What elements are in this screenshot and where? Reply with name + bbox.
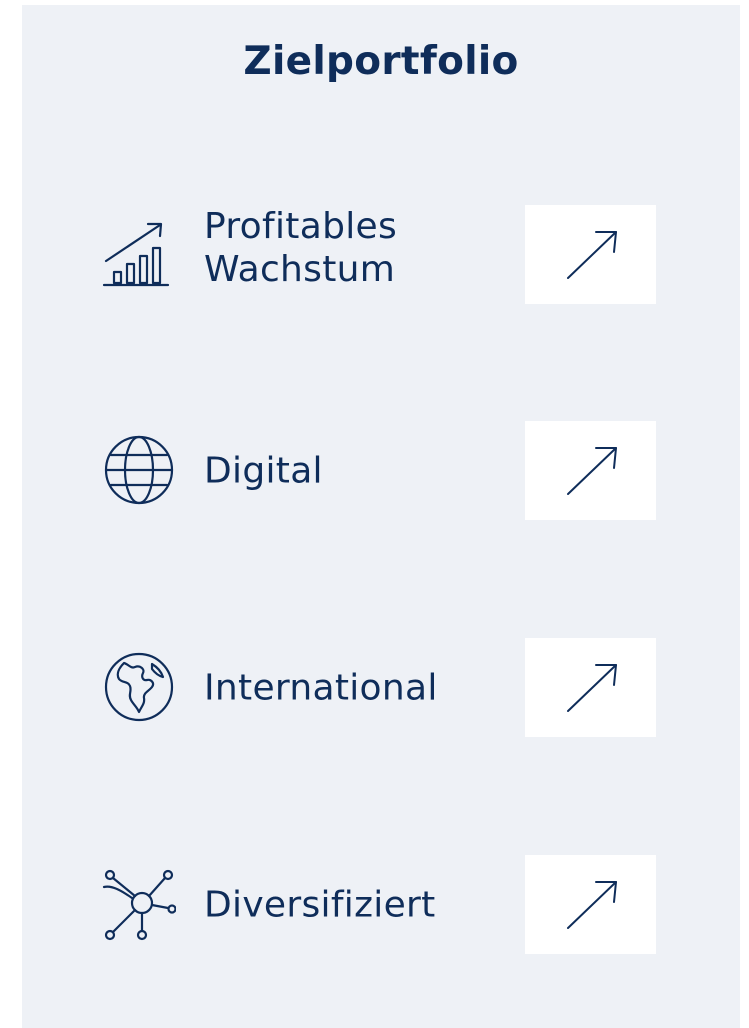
row-label-line1: Profitables bbox=[204, 206, 398, 247]
arrow-up-right-icon bbox=[566, 230, 617, 279]
arrow-up-right-icon bbox=[566, 663, 617, 712]
arrow-up-right-icon bbox=[566, 880, 617, 929]
trend-up-box bbox=[525, 421, 656, 520]
portfolio-row-profitable-growth: Profitables Wachstum bbox=[22, 205, 740, 305]
trend-up-box bbox=[525, 205, 656, 304]
growth-chart-icon bbox=[102, 217, 176, 291]
portfolio-row-diversified: Diversifiziert bbox=[22, 855, 740, 955]
trend-up-box bbox=[525, 855, 656, 954]
portfolio-row-international: International bbox=[22, 638, 740, 738]
globe-grid-icon bbox=[102, 433, 176, 507]
row-label-profitable-growth: Profitables Wachstum bbox=[204, 205, 397, 291]
row-label-digital: Digital bbox=[204, 450, 323, 492]
row-label-international: International bbox=[204, 667, 438, 709]
row-label-diversified: Diversifiziert bbox=[204, 884, 436, 926]
trend-up-box bbox=[525, 638, 656, 737]
page-title: Zielportfolio bbox=[243, 39, 519, 84]
target-portfolio-panel: Zielportfolio Profitables Wachstum Digit… bbox=[22, 5, 740, 1028]
row-label-line2: Wachstum bbox=[204, 249, 396, 291]
network-nodes-icon bbox=[102, 867, 176, 941]
earth-continents-icon bbox=[102, 650, 176, 724]
arrow-up-right-icon bbox=[566, 446, 617, 495]
portfolio-row-digital: Digital bbox=[22, 421, 740, 521]
